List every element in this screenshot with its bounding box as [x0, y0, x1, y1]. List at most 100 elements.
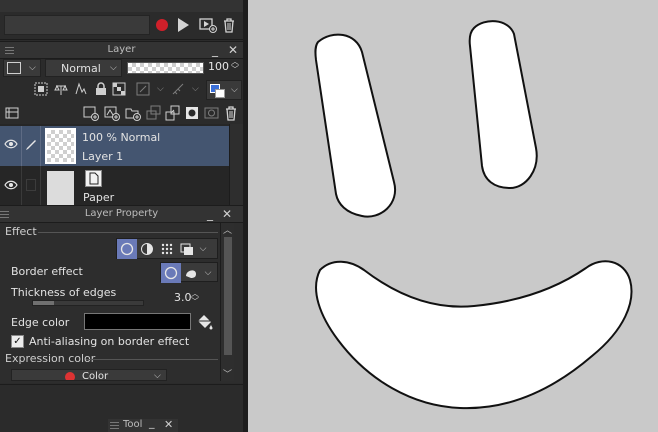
- thickness-slider[interactable]: [32, 300, 144, 306]
- play-icon[interactable]: [178, 18, 189, 32]
- lock-transparency-icon[interactable]: [110, 80, 128, 98]
- antialias-checkbox[interactable]: ✓: [11, 335, 24, 348]
- left-panel: Layer _ ✕ ⌵ Normal ⌵ 100 ︿ ﹀ ⌵ ⌵ ⌵ 100 %…: [0, 0, 243, 432]
- edge-color-swatch[interactable]: [84, 313, 191, 330]
- delete-layer-icon[interactable]: [222, 104, 240, 122]
- canvas-artwork: [314, 20, 633, 410]
- minimize-icon[interactable]: _: [149, 416, 155, 429]
- trash-icon[interactable]: [222, 17, 236, 36]
- chevron-down-icon: ⌵: [231, 85, 238, 95]
- section-divider: [38, 232, 218, 233]
- scroll-up-icon[interactable]: ︿: [223, 223, 232, 236]
- layer-color-icon: [7, 62, 21, 74]
- reference-layer-icon[interactable]: [52, 80, 70, 98]
- row-divider: [21, 166, 22, 206]
- grip-icon[interactable]: [110, 422, 119, 429]
- left-eye-shape: [314, 33, 397, 218]
- layer-panel-title: Layer: [107, 44, 136, 55]
- pen-edit-icon[interactable]: [24, 138, 38, 155]
- close-icon[interactable]: ✕: [164, 418, 173, 431]
- sub-color-swatch: [215, 89, 225, 98]
- paper-thumbnail: [47, 171, 74, 206]
- expression-color-select[interactable]: Color ⌵: [11, 369, 167, 381]
- color-wheel-icon: [65, 372, 75, 380]
- visibility-eye-icon[interactable]: [4, 139, 18, 152]
- drawing-canvas[interactable]: [248, 0, 658, 432]
- expression-color-select[interactable]: ⌵: [3, 59, 41, 77]
- clip-layer-icon[interactable]: [32, 80, 50, 98]
- auto-action-field[interactable]: [4, 15, 150, 35]
- thickness-stepper[interactable]: ︿ ﹀: [191, 290, 199, 306]
- edge-border-icon[interactable]: [161, 263, 181, 283]
- halftone-effect-icon[interactable]: [157, 239, 177, 259]
- chevron-down-icon[interactable]: ⌵: [157, 84, 164, 94]
- layer-1-name: Layer 1: [82, 150, 124, 163]
- layer-panel-header[interactable]: Layer _ ✕: [0, 41, 243, 59]
- opacity-value[interactable]: 100: [208, 60, 229, 73]
- expression-color-label: Expression color: [5, 352, 96, 365]
- scroll-thumb[interactable]: [224, 237, 232, 355]
- layer-color-effect-icon[interactable]: [177, 239, 197, 259]
- right-eye-shape: [468, 20, 538, 190]
- layer-1-info: 100 % Normal: [82, 131, 161, 144]
- top-strip: [0, 0, 243, 12]
- layer-property-header[interactable]: Layer Property _ ✕: [0, 205, 243, 223]
- minimize-icon[interactable]: _: [212, 43, 218, 57]
- border-effect-label: Border effect: [11, 265, 83, 278]
- draft-layer-icon[interactable]: [72, 80, 90, 98]
- tool-panel-tab[interactable]: Tool _ ✕: [108, 416, 178, 432]
- new-folder-icon[interactable]: [124, 104, 142, 122]
- lock-icon[interactable]: [92, 80, 110, 98]
- edit-target-box[interactable]: [26, 179, 36, 191]
- record-icon[interactable]: [156, 19, 168, 31]
- edge-color-label: Edge color: [11, 316, 70, 329]
- opacity-slider[interactable]: [127, 62, 204, 74]
- layer-tools-row-1: ⌵ ⌵ ⌵: [0, 79, 243, 101]
- chevron-down-icon: ⌵: [110, 63, 117, 73]
- layer-property-scrollbar[interactable]: ︿ ﹀: [220, 223, 234, 381]
- layer-tools-row-2: [0, 102, 243, 124]
- apply-mask-icon[interactable]: [203, 104, 221, 122]
- close-icon[interactable]: ✕: [222, 207, 232, 221]
- antialias-label: Anti-aliasing on border effect: [29, 335, 190, 348]
- minimize-icon[interactable]: _: [207, 207, 213, 221]
- thickness-label: Thickness of edges: [11, 286, 117, 299]
- chevron-down-icon: ⌵: [29, 63, 36, 73]
- effect-toolbar: ⌵: [116, 238, 218, 259]
- watercolor-edge-icon[interactable]: [181, 263, 201, 283]
- paper-icon: [85, 170, 102, 187]
- merge-down-icon[interactable]: [164, 104, 182, 122]
- chevron-down-icon[interactable]: ⌵: [192, 84, 199, 94]
- mask-icon[interactable]: [135, 80, 153, 98]
- layer-list-scrollbar[interactable]: [229, 124, 243, 206]
- ruler-icon[interactable]: [170, 80, 188, 98]
- paint-bucket-icon[interactable]: [195, 312, 215, 333]
- scroll-down-icon[interactable]: ﹀: [223, 367, 232, 380]
- chevron-down-icon[interactable]: ⌵: [201, 263, 215, 283]
- chevron-down-icon[interactable]: ⌵: [197, 239, 209, 259]
- new-vector-layer-icon[interactable]: [103, 104, 121, 122]
- new-action-icon[interactable]: [199, 17, 217, 36]
- row-divider: [21, 126, 22, 166]
- layer-row-layer-1[interactable]: 100 % Normal Layer 1: [0, 126, 229, 166]
- border-effect-icon[interactable]: [117, 239, 137, 259]
- close-icon[interactable]: ✕: [228, 43, 238, 57]
- transfer-down-icon[interactable]: [145, 104, 163, 122]
- tool-panel-title: Tool: [123, 419, 143, 430]
- visibility-eye-icon[interactable]: [4, 180, 18, 193]
- effect-label: Effect: [5, 225, 37, 238]
- layer-list-menu-icon[interactable]: [3, 104, 21, 122]
- thickness-value[interactable]: 3.0: [174, 291, 192, 304]
- layer-mask-icon[interactable]: [183, 104, 201, 122]
- paper-layer-name: Paper: [83, 191, 115, 204]
- layer-row-paper[interactable]: Paper: [0, 166, 229, 206]
- chevron-down-icon: ⌵: [154, 371, 161, 381]
- blend-mode-select[interactable]: Normal ⌵: [45, 59, 122, 77]
- tone-effect-icon[interactable]: [137, 239, 157, 259]
- border-effect-type: ⌵: [160, 262, 218, 283]
- layer-1-thumbnail: [45, 128, 76, 164]
- layer-color-select[interactable]: ⌵: [206, 80, 242, 100]
- new-raster-layer-icon[interactable]: [82, 104, 100, 122]
- opacity-stepper[interactable]: ︿ ﹀: [231, 58, 239, 74]
- row-divider: [40, 166, 41, 206]
